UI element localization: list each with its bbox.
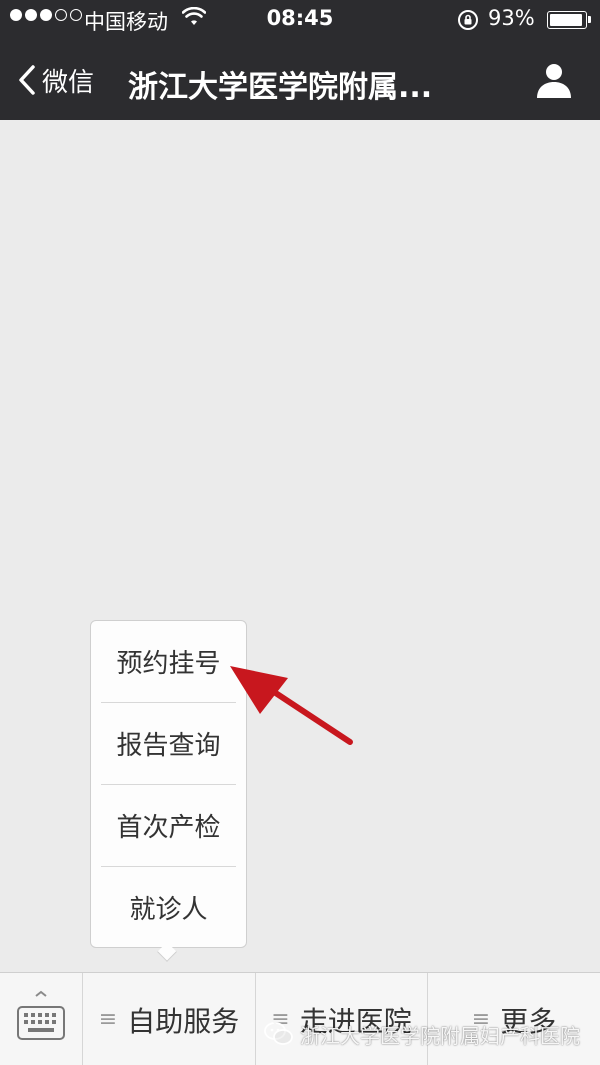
keyboard-toggle-button[interactable] [0,973,82,1065]
signal-dot [55,9,67,21]
page-title: 浙江大学医学院附属... [128,70,433,105]
chevron-left-icon [19,65,35,95]
wifi-icon [181,6,207,32]
battery-icon [547,11,591,29]
watermark: 浙江大学医学院附属妇产科医院 [264,1016,580,1052]
carrier-name: 中国移动 [84,10,168,34]
menu-self-service-button[interactable]: ≡ 自助服务 [82,973,255,1065]
signal-dot [10,9,22,21]
signal-dot [40,9,52,21]
battery-percent: 93% [488,6,535,30]
battery-tip [588,16,591,23]
signal-dot [25,9,37,21]
watermark-text: 浙江大学医学院附属妇产科医院 [300,1023,580,1048]
wechat-logo-icon [264,1022,293,1045]
submenu-item-patient[interactable]: 就诊人 [91,867,246,948]
person-icon [537,64,571,98]
menu-lines-icon: ≡ [98,1007,118,1032]
navigation-bar: 微信 浙江大学医学院附属... [0,40,600,120]
battery-fill [550,14,582,26]
keyboard-icon [17,990,65,1040]
back-button[interactable]: 微信 [18,60,94,100]
submenu-item-first-prenatal-check[interactable]: 首次产检 [91,785,246,866]
status-bar: 中国移动 08:45 93% [0,0,600,40]
profile-button[interactable] [534,60,574,100]
signal-dot [70,9,82,21]
menu-label: 自助服务 [127,1004,240,1038]
annotation-arrow-icon [230,666,353,745]
rotation-lock-icon [456,8,480,37]
back-label: 微信 [42,67,95,98]
signal-strength-icon [10,9,82,21]
